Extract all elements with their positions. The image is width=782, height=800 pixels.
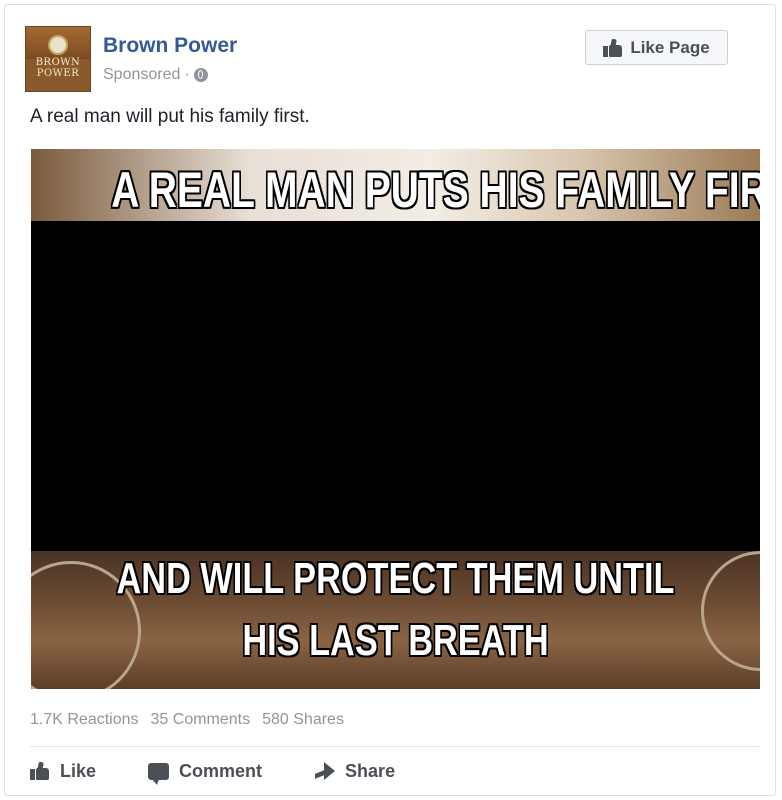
like-page-button[interactable]: Like Page bbox=[585, 30, 728, 65]
sponsored-label[interactable]: Sponsored bbox=[103, 66, 180, 84]
post-meta: Sponsored · bbox=[103, 66, 208, 84]
avatar-logo-text: BROWN POWER bbox=[35, 57, 81, 79]
meme-caption-bottom-line2: HIS LAST BREATH bbox=[242, 616, 549, 665]
post-image[interactable]: A REAL MAN PUTS HIS FAMILY FIRST AND WIL… bbox=[31, 149, 760, 689]
comment-label: Comment bbox=[179, 760, 263, 781]
share-arrow-icon bbox=[314, 762, 336, 780]
page-name-link[interactable]: Brown Power bbox=[103, 34, 237, 58]
actions-divider bbox=[30, 746, 759, 747]
bicycle-wheel-right bbox=[701, 551, 760, 671]
post-actions: Like Comment Share bbox=[30, 758, 447, 785]
image-redaction-block bbox=[31, 221, 760, 551]
page-avatar[interactable]: BROWN POWER bbox=[25, 26, 91, 92]
emblem-icon bbox=[48, 35, 68, 55]
post-stats: 1.7K Reactions 35 Comments 580 Shares bbox=[30, 711, 344, 729]
meme-caption-bottom-line1: AND WILL PROTECT THEM UNTIL bbox=[116, 554, 675, 603]
post-text: A real man will put his family first. bbox=[30, 106, 310, 127]
like-page-label: Like Page bbox=[630, 37, 710, 57]
like-button[interactable]: Like bbox=[30, 758, 96, 784]
share-label: Share bbox=[345, 760, 396, 781]
reactions-count[interactable]: 1.7K Reactions bbox=[30, 711, 139, 729]
comments-count[interactable]: 35 Comments bbox=[151, 711, 251, 729]
like-label: Like bbox=[60, 760, 97, 781]
globe-icon bbox=[193, 68, 208, 82]
thumbs-up-icon bbox=[603, 38, 623, 57]
thumbs-up-icon bbox=[30, 761, 50, 780]
comment-bubble-icon bbox=[148, 762, 170, 785]
post-card: BROWN POWER Brown Power Sponsored · Like… bbox=[4, 4, 776, 796]
shares-count[interactable]: 580 Shares bbox=[262, 711, 344, 729]
comment-button[interactable]: Comment bbox=[148, 758, 263, 785]
meme-caption-top: A REAL MAN PUTS HIS FAMILY FIRST bbox=[111, 162, 760, 218]
meta-separator: · bbox=[184, 66, 190, 83]
share-button[interactable]: Share bbox=[314, 758, 395, 784]
